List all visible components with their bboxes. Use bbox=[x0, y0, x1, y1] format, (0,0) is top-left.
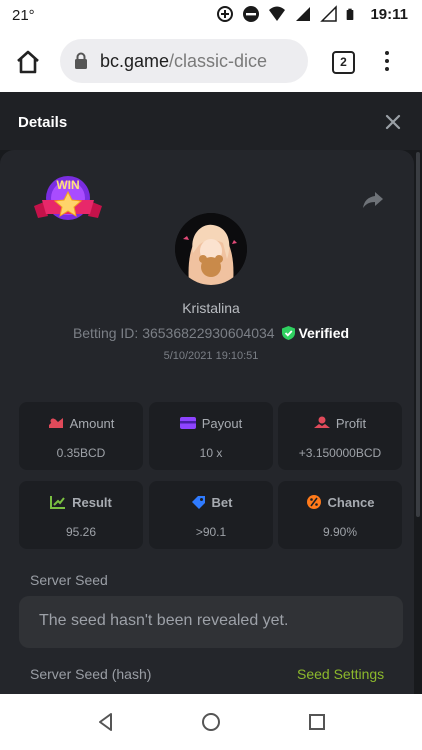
system-navigation-bar bbox=[0, 694, 422, 750]
browser-toolbar: bc.game/classic-dice 2 bbox=[0, 32, 422, 92]
bet-timestamp: 5/10/2021 19:10:51 bbox=[163, 350, 259, 362]
profit-value: +3.150000BCD bbox=[298, 446, 382, 460]
avatar-image bbox=[175, 213, 247, 285]
result-card: Result 95.26 bbox=[19, 481, 143, 549]
result-icon bbox=[50, 496, 66, 509]
url-text: bc.game/classic-dice bbox=[100, 51, 267, 72]
avatar bbox=[175, 213, 247, 285]
result-value: 95.26 bbox=[65, 525, 97, 539]
bet-label: Bet bbox=[211, 495, 233, 510]
betting-id: Betting ID: 36536822930604034 bbox=[72, 325, 275, 341]
server-seed-value: The seed hasn't been revealed yet. bbox=[39, 612, 289, 629]
tab-switcher-button[interactable]: 2 bbox=[332, 51, 355, 74]
payout-label: Payout bbox=[201, 416, 243, 431]
verified-shield-icon bbox=[282, 326, 296, 340]
menu-icon[interactable] bbox=[383, 49, 391, 73]
bet-card: Bet >90.1 bbox=[149, 481, 273, 549]
share-icon[interactable] bbox=[362, 190, 384, 210]
cell-signal-icon bbox=[296, 7, 311, 21]
lock-icon bbox=[75, 52, 87, 69]
bet-value: >90.1 bbox=[195, 525, 227, 539]
chance-icon bbox=[306, 495, 321, 509]
url-host: bc.game bbox=[100, 51, 170, 71]
server-seed-label: Server Seed bbox=[30, 572, 108, 588]
chance-card: Chance 9.90% bbox=[278, 481, 402, 549]
home-icon[interactable] bbox=[14, 48, 42, 76]
temperature-text: 21° bbox=[12, 7, 35, 24]
profit-icon bbox=[313, 416, 330, 428]
wifi-icon bbox=[269, 6, 286, 21]
profit-card: Profit +3.150000BCD bbox=[278, 402, 402, 470]
cell-signal-empty-icon bbox=[320, 5, 338, 22]
chance-label: Chance bbox=[327, 495, 375, 510]
status-bar: 21° 19:11 bbox=[0, 0, 422, 32]
back-icon[interactable] bbox=[96, 712, 116, 732]
bet-icon bbox=[191, 496, 205, 509]
chance-value: 9.90% bbox=[322, 525, 358, 539]
battery-icon bbox=[347, 8, 354, 20]
seed-settings-link[interactable]: Seed Settings bbox=[297, 666, 384, 682]
betting-id-line: Betting ID: 36536822930604034 Verified bbox=[0, 325, 422, 341]
page-title: Details bbox=[18, 114, 68, 131]
url-path: /classic-dice bbox=[169, 51, 268, 71]
server-seed-hash-label: Server Seed (hash) bbox=[30, 666, 152, 682]
profit-label: Profit bbox=[335, 416, 367, 431]
amount-label: Amount bbox=[69, 416, 115, 431]
payout-icon bbox=[179, 417, 196, 429]
details-page: Details WIN Kristalina Betting ID: 36536… bbox=[0, 92, 422, 694]
verified-label: Verified bbox=[298, 325, 350, 341]
close-icon[interactable] bbox=[385, 114, 401, 130]
do-not-disturb-icon bbox=[243, 6, 260, 22]
username: Kristalina bbox=[182, 300, 240, 316]
clock-text: 19:11 bbox=[370, 5, 408, 23]
payout-card: Payout 10 x bbox=[149, 402, 273, 470]
win-badge-text: WIN bbox=[56, 178, 79, 192]
data-saver-icon bbox=[217, 6, 234, 22]
home-nav-icon[interactable] bbox=[201, 712, 221, 732]
amount-value: 0.35BCD bbox=[56, 446, 106, 460]
address-bar[interactable]: bc.game/classic-dice bbox=[60, 39, 308, 83]
result-label: Result bbox=[72, 495, 112, 510]
server-seed-field[interactable]: The seed hasn't been revealed yet. bbox=[19, 596, 403, 648]
amount-icon bbox=[48, 418, 63, 428]
details-header: Details bbox=[0, 92, 422, 150]
amount-card: Amount 0.35BCD bbox=[19, 402, 143, 470]
payout-value: 10 x bbox=[199, 446, 223, 460]
win-badge-icon: WIN bbox=[34, 176, 102, 220]
recents-icon[interactable] bbox=[307, 712, 327, 732]
